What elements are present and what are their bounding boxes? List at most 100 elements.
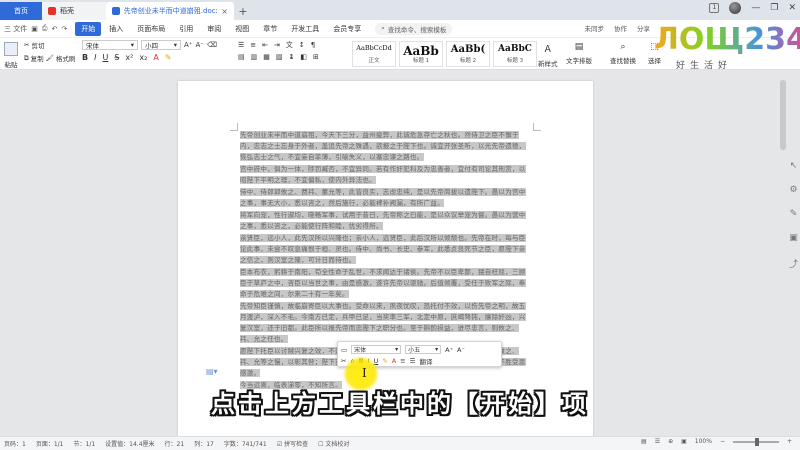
vertical-scrollbar[interactable]	[780, 80, 786, 150]
style-heading-2[interactable]: AaBb( 标题 2	[446, 41, 490, 67]
menu-view[interactable]: 视图	[229, 22, 255, 36]
add-tab-button[interactable]: +	[234, 2, 252, 20]
save-icon[interactable]: ▣	[31, 25, 38, 33]
zoom-in-icon[interactable]: +	[787, 438, 792, 445]
bold-button[interactable]: B	[82, 53, 88, 62]
mini-font-color-icon[interactable]: A	[392, 357, 396, 365]
paragraph-layout-icon[interactable]: ▤▾	[206, 367, 218, 376]
superscript-icon[interactable]: x²	[125, 53, 133, 62]
spell-check-button[interactable]: ☑ 拼写检查	[277, 439, 308, 448]
minimize-icon[interactable]: —	[751, 3, 760, 13]
file-menu[interactable]: 三 文件	[4, 24, 27, 34]
copy-button[interactable]: 复制	[31, 53, 44, 63]
align-left-icon[interactable]: ▤	[238, 53, 245, 61]
mini-style-icon[interactable]: ▭	[341, 346, 347, 354]
align-center-icon[interactable]: ▥	[251, 53, 258, 61]
paragraph[interactable]: 臣本布衣，躬耕于南阳，苟全性命于乱世，不求闻达于诸侯。先帝不以臣卑鄙，猥自枉屈，…	[240, 267, 530, 300]
line-spacing-icon[interactable]: ↨	[289, 53, 295, 61]
menu-section[interactable]: 章节	[257, 22, 283, 36]
undo-icon[interactable]: ↶	[51, 25, 57, 33]
menu-review[interactable]: 审阅	[201, 22, 227, 36]
print-icon[interactable]: ⎙	[42, 24, 48, 33]
clear-format-icon[interactable]: ⌫	[207, 41, 217, 49]
tab-daoke[interactable]: 稻壳	[42, 2, 106, 20]
font-shrink-button[interactable]: A⁻	[195, 41, 203, 49]
borders-icon[interactable]: ⊞	[313, 53, 319, 61]
font-name-select[interactable]: 宋体 ▾	[82, 40, 138, 50]
strikethrough-icon[interactable]: S̶	[114, 53, 119, 62]
tab-home[interactable]: 首页	[0, 2, 42, 20]
cut-button[interactable]: ✂ 剪切	[24, 40, 75, 50]
restore-icon[interactable]: ❐	[770, 3, 778, 13]
increase-indent-icon[interactable]: ⇥	[274, 41, 280, 49]
avatar[interactable]	[729, 2, 742, 14]
highlight-icon[interactable]: ✎	[165, 53, 172, 62]
tab-document[interactable]: 先帝创业未半而中道崩殂.docx ×	[106, 2, 234, 20]
paragraph[interactable]: 亲贤臣，远小人，此先汉所以兴隆也；亲小人，远贤臣，此后汉所以倾颓也。先帝在时，每…	[240, 233, 530, 266]
zoom-value[interactable]: 100%	[695, 438, 712, 445]
justify-icon[interactable]: ▧	[276, 53, 283, 61]
menu-member[interactable]: 会员专享	[327, 22, 367, 36]
zoom-out-icon[interactable]: −	[720, 438, 725, 445]
share-tool-icon[interactable]: ⤴	[789, 257, 798, 270]
pointer-tool-icon[interactable]: ↖	[790, 161, 798, 171]
italic-button[interactable]: I	[94, 53, 96, 62]
number-list-icon[interactable]: ≡	[250, 41, 256, 49]
close-tab-icon[interactable]: ×	[221, 7, 228, 16]
text-layout-button[interactable]: 文字排版	[566, 55, 592, 65]
style-heading-1[interactable]: AaBb 标题 1	[399, 41, 443, 67]
mini-align-icon[interactable]: ≡	[400, 357, 405, 365]
window-badge-icon[interactable]: 1	[709, 3, 720, 13]
new-style-button[interactable]: 新样式	[538, 58, 558, 68]
paste-button[interactable]: 粘贴	[5, 59, 18, 69]
paragraph[interactable]: 先帝创业未半而中道崩殂，今天下三分，益州疲弊，此诚危急存亡之秋也。然侍卫之臣不懈…	[240, 130, 530, 163]
edit-tool-icon[interactable]: ✎	[790, 209, 798, 219]
bullet-list-icon[interactable]: ☰	[238, 41, 244, 49]
paragraph[interactable]: 宫中府中，俱为一体，陟罚臧否，不宜异同。若有作奸犯科及为忠善者，宜付有司论其刑赏…	[240, 164, 530, 186]
image-tool-icon[interactable]: ▣	[789, 233, 798, 243]
menu-developer[interactable]: 开发工具	[285, 22, 325, 36]
font-size-select[interactable]: 小四 ▾	[141, 40, 181, 50]
font-grow-button[interactable]: A⁺	[184, 41, 192, 49]
menu-start[interactable]: 开始	[75, 21, 102, 36]
sliders-icon[interactable]: ⚙	[789, 185, 797, 195]
mini-shrink-icon[interactable]: A⁻	[457, 346, 465, 354]
menu-references[interactable]: 引用	[173, 22, 199, 36]
style-normal[interactable]: AaBbCcDd 正文	[352, 41, 396, 67]
mini-translate-button[interactable]: 翻译	[419, 356, 432, 366]
decrease-indent-icon[interactable]: ⇤	[262, 41, 268, 49]
document-page[interactable]: 先帝创业未半而中道崩殂，今天下三分，益州疲弊，此诚危急存亡之秋也。然侍卫之臣不懈…	[178, 81, 593, 436]
menu-page-layout[interactable]: 页面布局	[131, 22, 171, 36]
select-button[interactable]: 选择	[648, 55, 661, 65]
underline-button[interactable]: U	[102, 53, 108, 62]
close-window-icon[interactable]: ✕	[788, 3, 796, 13]
mini-highlight-icon[interactable]: ✎	[382, 357, 387, 365]
menu-insert[interactable]: 插入	[103, 22, 129, 36]
mini-font-size-select[interactable]: 小五 ▾	[405, 345, 442, 354]
font-color-icon[interactable]: A	[153, 53, 158, 62]
style-heading-3[interactable]: AaBbC 标题 3	[493, 41, 537, 67]
share-button[interactable]: 分享	[637, 23, 650, 33]
view-outline-icon[interactable]: ☰	[655, 438, 660, 445]
proofread-button[interactable]: ☐ 文档校对	[318, 439, 349, 448]
collaborate-button[interactable]: 协作	[614, 23, 627, 33]
mini-font-name-select[interactable]: 宋体 ▾	[351, 345, 402, 354]
sort-icon[interactable]: ↕	[299, 41, 305, 49]
paragraph[interactable]: 将军向宠，性行淑均，晓畅军事，试用于昔日，先帝称之曰能，是以众议举宠为督。愚以为…	[240, 210, 530, 232]
status-words[interactable]: 字数：741/741	[224, 439, 267, 448]
view-page-icon[interactable]: ▤	[641, 438, 647, 445]
redo-icon[interactable]: ↷	[61, 25, 67, 33]
find-replace-button[interactable]: 查找替换	[610, 55, 636, 65]
zoom-slider[interactable]	[732, 437, 779, 446]
chinese-layout-icon[interactable]: 文	[286, 40, 293, 50]
command-search[interactable]: ⌕ 查找命令、搜索模板	[375, 22, 453, 35]
mini-grow-icon[interactable]: A⁺	[445, 346, 453, 354]
paragraph[interactable]: 侍中、侍郎郭攸之、费祎、董允等，此皆良实，志虑忠纯，是以先帝简拔以遗陛下。愚以为…	[240, 187, 530, 209]
align-right-icon[interactable]: ▦	[263, 53, 270, 61]
view-read-icon[interactable]: ▣	[681, 438, 687, 445]
show-marks-icon[interactable]: ¶	[311, 41, 315, 49]
shading-icon[interactable]: ◧	[300, 53, 307, 61]
view-web-icon[interactable]: ⊕	[668, 438, 673, 445]
paste-icon[interactable]	[4, 42, 18, 56]
sync-status[interactable]: 未同步	[585, 23, 605, 33]
